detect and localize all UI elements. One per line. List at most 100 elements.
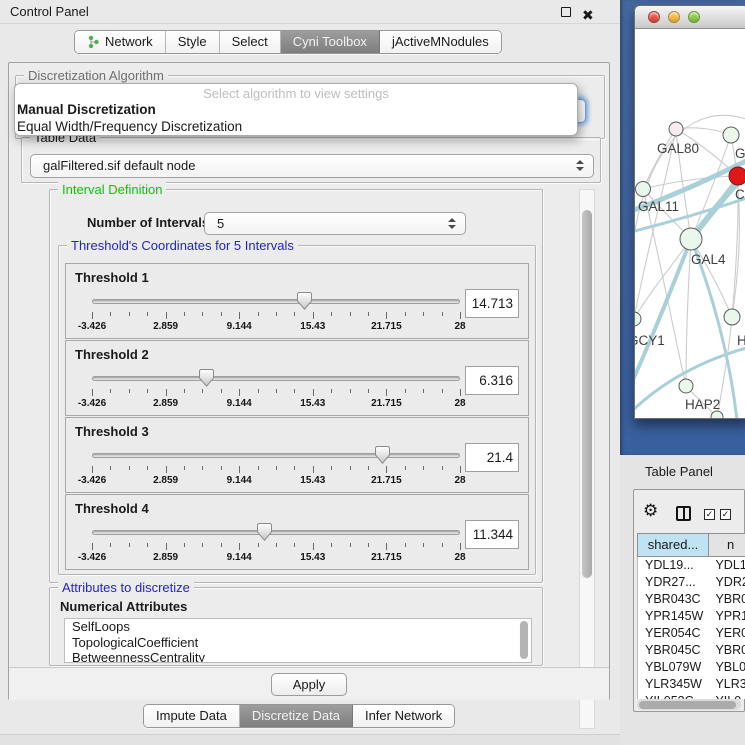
numerical-attributes-list[interactable]: SelfLoopsTopologicalCoefficientBetweenne…	[64, 618, 532, 663]
minimize-traffic-light-icon[interactable]	[668, 11, 680, 23]
table-row[interactable]: YDR27...YDR2	[638, 574, 745, 591]
threshold-slider[interactable]: -3.4262.8599.14415.4321.71528	[92, 446, 460, 490]
threshold-value-field[interactable]: 11.344	[465, 520, 519, 549]
apply-button[interactable]: Apply	[271, 673, 347, 696]
tab-network[interactable]: Network	[75, 31, 166, 53]
network-canvas[interactable]: GAL80GACGAL11GAL4GCY1HHAP2	[635, 29, 745, 418]
slider-tick	[405, 466, 406, 470]
table-cell[interactable]: YBL0	[709, 659, 745, 676]
column-header-name[interactable]: n	[709, 533, 745, 557]
tab-impute-data[interactable]: Impute Data	[144, 705, 240, 727]
network-node[interactable]	[636, 182, 651, 197]
table-cell[interactable]: YBR0	[709, 591, 745, 608]
float-window-icon[interactable]	[561, 7, 571, 17]
table-cell[interactable]: YBR043C	[638, 591, 709, 608]
tab-jactivemnodules[interactable]: jActiveMNodules	[380, 31, 501, 53]
number-of-intervals-combobox[interactable]: 5	[204, 212, 466, 235]
slider-thumb-icon[interactable]	[257, 523, 272, 541]
slider-tick	[92, 543, 93, 550]
tab-discretize-data[interactable]: Discretize Data	[240, 705, 353, 727]
zoom-traffic-light-icon[interactable]	[688, 11, 700, 23]
tab-label: Cyni Toolbox	[293, 31, 367, 53]
attribute-list-item[interactable]: TopologicalCoefficient	[65, 635, 531, 651]
slider-tick	[460, 466, 461, 473]
tab-select[interactable]: Select	[220, 31, 281, 53]
checkbox-icon[interactable]: ✓	[704, 509, 715, 520]
network-edge[interactable]	[691, 239, 732, 317]
node-table-rows: YDL19...YDL1YDR27...YDR2YBR043CYBR0YPR14…	[637, 557, 745, 699]
table-row[interactable]: YBR043CYBR0	[638, 591, 745, 608]
threshold-slider[interactable]: -3.4262.8599.14415.4321.71528	[92, 369, 460, 413]
dropdown-placeholder-item[interactable]: Select algorithm to view settings	[15, 86, 577, 101]
table-cell[interactable]: YLR3	[709, 676, 745, 693]
network-node[interactable]	[711, 411, 723, 418]
attributes-list-scrollbar[interactable]	[518, 620, 530, 662]
tab-style[interactable]: Style	[166, 31, 220, 53]
cyni-mode-tabs: Impute DataDiscretize DataInfer Network	[143, 704, 455, 728]
slider-track[interactable]	[92, 299, 460, 304]
table-cell[interactable]: YBL079W	[638, 659, 709, 676]
network-node[interactable]	[669, 122, 683, 136]
attribute-list-item[interactable]: BetweennessCentrality	[65, 650, 531, 663]
settings-vertical-scrollbar[interactable]	[579, 189, 595, 729]
panel-title: Control Panel	[10, 0, 89, 24]
slider-tick	[423, 543, 424, 547]
close-traffic-light-icon[interactable]	[648, 11, 660, 23]
threshold-value-field[interactable]: 21.4	[465, 443, 519, 472]
table-row[interactable]: YBL079WYBL0	[638, 659, 745, 676]
network-node[interactable]	[679, 379, 693, 393]
table-cell[interactable]: YPR1	[709, 608, 745, 625]
slider-track[interactable]	[92, 453, 460, 458]
slider-track[interactable]	[92, 530, 460, 535]
network-window[interactable]: GAL80GACGAL11GAL4GCY1HHAP2	[634, 5, 745, 419]
table-cell[interactable]: YLR345W	[638, 676, 709, 693]
table-row[interactable]: YDL19...YDL1	[638, 557, 745, 574]
table-cell[interactable]: YBR0	[709, 642, 745, 659]
table-cell[interactable]: YER054C	[638, 625, 709, 642]
network-node[interactable]	[635, 312, 641, 326]
tab-infer-network[interactable]: Infer Network	[353, 705, 454, 727]
close-icon[interactable]: ✖	[582, 3, 594, 27]
table-cell[interactable]: YER0	[709, 625, 745, 642]
table-data-combobox[interactable]: galFiltered.sif default node	[30, 154, 594, 178]
slider-track[interactable]	[92, 376, 460, 381]
threshold-value-field[interactable]: 6.316	[465, 366, 519, 395]
table-row[interactable]: YLR345WYLR3	[638, 676, 745, 693]
dropdown-item[interactable]: Equal Width/Frequency Discretization	[15, 118, 577, 135]
table-row[interactable]: YPR145WYPR1	[638, 608, 745, 625]
node-table-header: shared... n	[637, 533, 745, 557]
table-horizontal-scrollbar[interactable]	[637, 699, 741, 710]
slider-tick	[331, 466, 332, 470]
network-node[interactable]	[729, 167, 745, 185]
slider-tick	[92, 389, 93, 396]
slider-tick	[129, 466, 130, 470]
network-node[interactable]	[680, 228, 702, 250]
tab-cyni-toolbox[interactable]: Cyni Toolbox	[281, 31, 380, 53]
table-cell[interactable]: YPR145W	[638, 608, 709, 625]
table-cell[interactable]: YDL1	[709, 557, 745, 574]
threshold-slider[interactable]: -3.4262.8599.14415.4321.71528	[92, 292, 460, 336]
dropdown-item[interactable]: Manual Discretization	[15, 101, 577, 118]
slider-tick	[147, 543, 148, 547]
slider-thumb-icon[interactable]	[199, 369, 214, 387]
threshold-value-field[interactable]: 14.713	[465, 289, 519, 318]
table-row[interactable]: YBR045CYBR0	[638, 642, 745, 659]
table-cell[interactable]: YDL19...	[638, 557, 709, 574]
slider-tick-label: -3.426	[78, 552, 106, 563]
group-title: Interval Definition	[58, 182, 166, 197]
network-node[interactable]	[724, 309, 740, 325]
table-cell[interactable]: YBR045C	[638, 642, 709, 659]
table-cell[interactable]: YDR2	[709, 574, 745, 591]
column-header-shared-name[interactable]: shared...	[637, 533, 709, 557]
table-cell[interactable]: YDR27...	[638, 574, 709, 591]
network-window-titlebar[interactable]	[635, 6, 745, 29]
gear-icon[interactable]: ⚙	[643, 502, 658, 519]
network-node[interactable]	[723, 127, 739, 143]
checkbox-icon[interactable]: ✓	[720, 509, 731, 520]
threshold-slider[interactable]: -3.4262.8599.14415.4321.71528	[92, 523, 460, 567]
attribute-list-item[interactable]: SelfLoops	[65, 619, 531, 635]
table-row[interactable]: YER054CYER0	[638, 625, 745, 642]
column-layout-icon[interactable]	[676, 506, 691, 521]
slider-thumb-icon[interactable]	[375, 446, 390, 464]
slider-thumb-icon[interactable]	[297, 292, 312, 310]
